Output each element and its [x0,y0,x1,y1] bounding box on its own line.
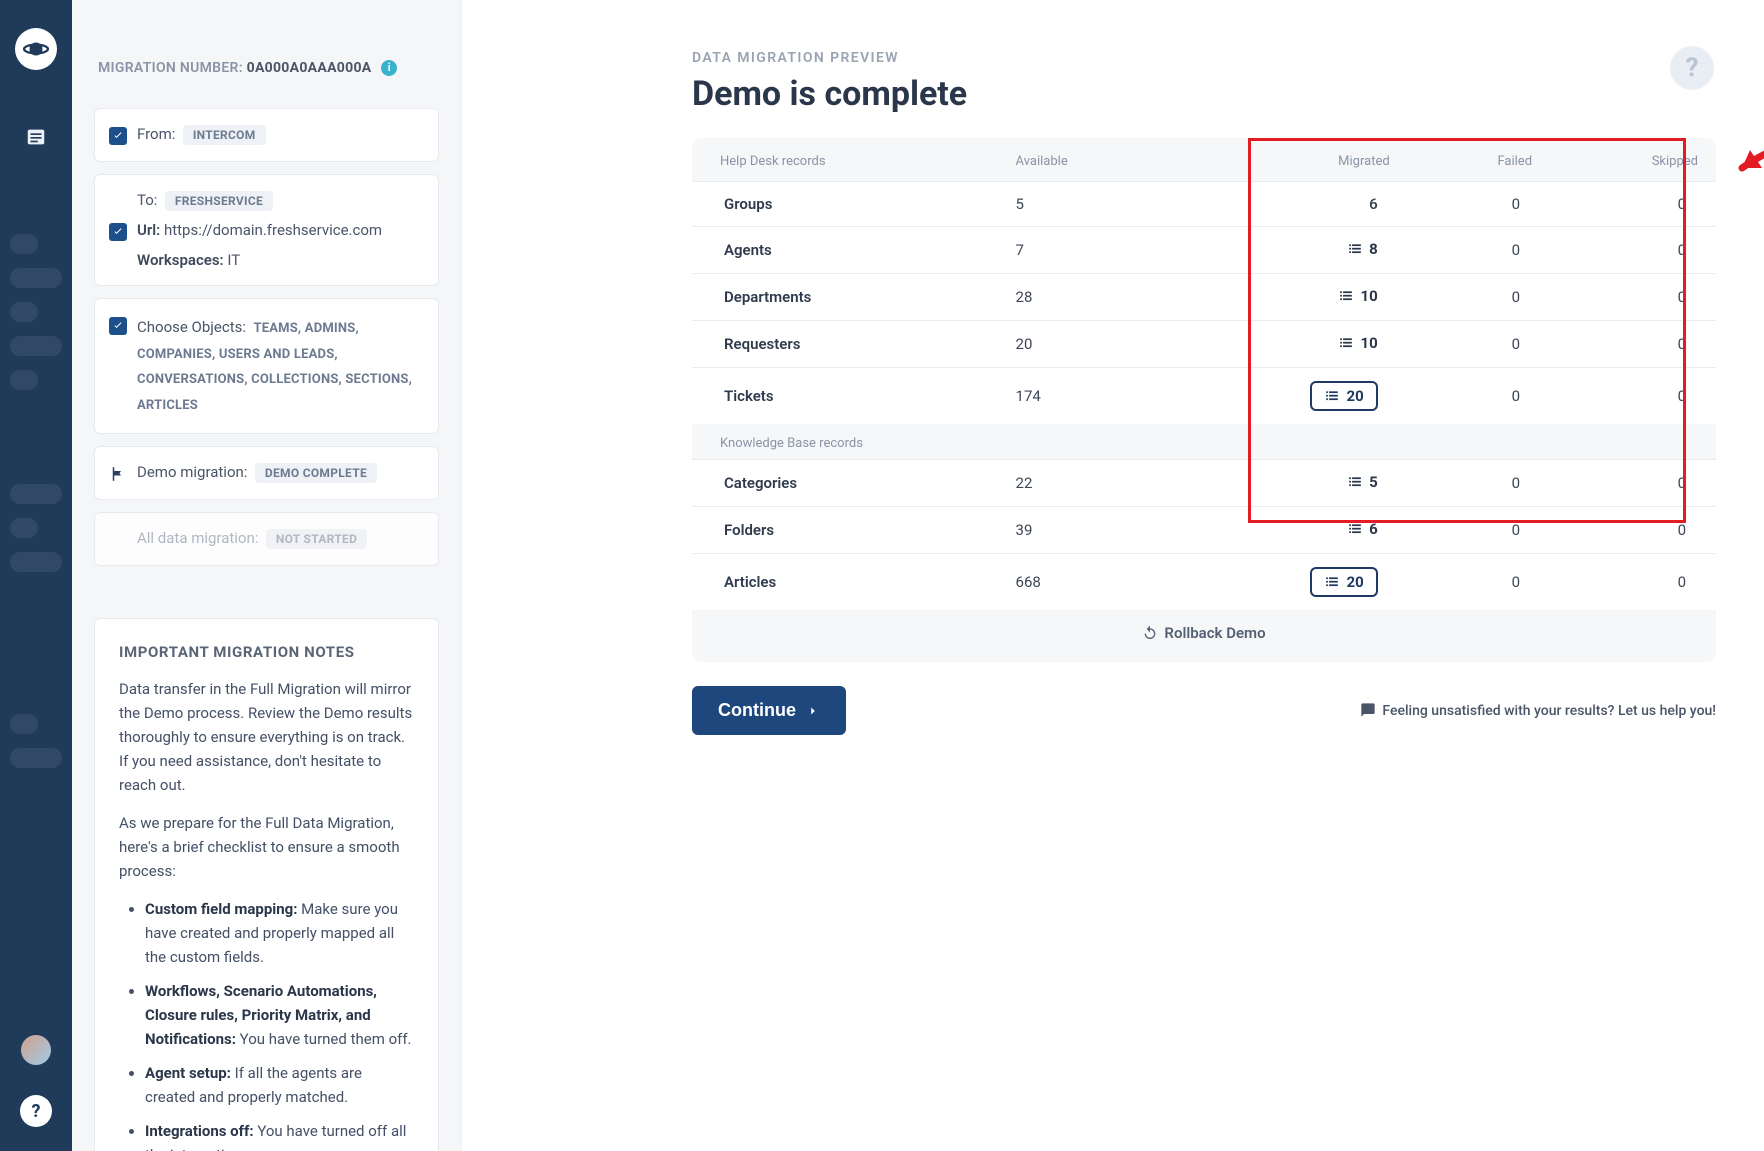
failed-count: 0 [1408,321,1550,368]
available-count: 22 [998,460,1176,507]
migrated-count: 6 [1369,195,1378,213]
continue-button[interactable]: Continue [692,686,846,735]
rollback-link[interactable]: Rollback Demo [692,610,1716,642]
skipped-count: 0 [1550,182,1716,227]
notes-paragraph: Data transfer in the Full Migration will… [119,677,414,797]
table-row: Agents7 8 00 [692,227,1716,274]
available-count: 174 [998,368,1176,425]
notes-item: Agent setup: If all the agents are creat… [145,1061,414,1109]
check-icon [109,317,127,335]
available-count: 5 [998,182,1176,227]
col-failed: Failed [1408,138,1550,182]
notes-item: Integrations off: You have turned off al… [145,1119,414,1151]
check-icon [109,127,127,145]
record-name: Groups [692,182,998,227]
failed-count: 0 [1408,274,1550,321]
skipped-count: 0 [1550,460,1716,507]
table-row: Categories22 5 00 [692,460,1716,507]
skipped-count: 0 [1550,368,1716,425]
migrated-detail-button[interactable]: 20 [1310,381,1377,411]
preview-table-box: Help Desk records Available Migrated Fai… [692,138,1716,662]
help-icon[interactable]: ? [20,1095,52,1127]
migrated-count[interactable]: 10 [1338,334,1377,352]
notes-card: IMPORTANT MIGRATION NOTES Data transfer … [94,618,439,1151]
available-count: 39 [998,507,1176,554]
notes-item: Workflows, Scenario Automations, Closure… [145,979,414,1051]
info-icon[interactable]: i [381,60,397,76]
migrated-count[interactable]: 10 [1338,287,1377,305]
failed-count: 0 [1408,368,1550,425]
demo-status-card: Demo migration: DEMO COMPLETE [94,446,439,500]
list-icon[interactable] [19,120,53,154]
table-row: Groups5 6 00 [692,182,1716,227]
section-header: Knowledge Base records [692,424,1716,460]
table-row: Tickets174 20 00 [692,368,1716,425]
nav-rail: ? [0,0,72,1151]
migrated-detail-button[interactable]: 20 [1310,567,1377,597]
table-row: Requesters20 10 00 [692,321,1716,368]
col-migrated: Migrated [1175,138,1407,182]
record-name: Agents [692,227,998,274]
col-records: Help Desk records [692,138,998,182]
flag-icon [109,465,127,483]
record-name: Articles [692,554,998,611]
all-migration-card: All data migration: NOT STARTED [94,512,439,566]
check-icon [109,223,127,241]
to-card: To: FRESHSERVICE Url: https://domain.fre… [94,174,439,286]
failed-count: 0 [1408,554,1550,611]
record-name: Folders [692,507,998,554]
failed-count: 0 [1408,507,1550,554]
migration-number: MIGRATION NUMBER: 0A000A0AAA000A i [98,60,439,76]
notes-item: Custom field mapping: Make sure you have… [145,897,414,969]
user-avatar[interactable] [21,1035,51,1065]
available-count: 20 [998,321,1176,368]
skipped-count: 0 [1550,554,1716,611]
col-available: Available [998,138,1176,182]
available-count: 28 [998,274,1176,321]
table-row: Departments28 10 00 [692,274,1716,321]
record-name: Requesters [692,321,998,368]
migrated-count[interactable]: 8 [1347,240,1378,258]
record-name: Departments [692,274,998,321]
migrated-count[interactable]: 6 [1347,520,1378,538]
from-card: From: INTERCOM [94,108,439,162]
skipped-count: 0 [1550,274,1716,321]
table-row: Folders39 6 00 [692,507,1716,554]
all-status-tag: NOT STARTED [266,529,367,549]
record-name: Tickets [692,368,998,425]
failed-count: 0 [1408,460,1550,507]
to-tag: FRESHSERVICE [165,191,273,211]
skipped-count: 0 [1550,227,1716,274]
from-tag: INTERCOM [183,125,266,145]
page-title: Demo is complete [692,74,1716,114]
skipped-count: 0 [1550,321,1716,368]
available-count: 7 [998,227,1176,274]
migrated-count[interactable]: 5 [1347,473,1378,491]
failed-count: 0 [1408,227,1550,274]
objects-card: Choose Objects: TEAMS, ADMINS, COMPANIES… [94,298,439,434]
demo-status-tag: DEMO COMPLETE [255,463,377,483]
main-content: ? DATA MIGRATION PREVIEW Demo is complet… [462,0,1764,1151]
record-name: Categories [692,460,998,507]
eyebrow: DATA MIGRATION PREVIEW [692,50,1716,66]
skipped-count: 0 [1550,507,1716,554]
sidebar-panel: MIGRATION NUMBER: 0A000A0AAA000A i From:… [72,0,462,1151]
help-bubble-icon[interactable]: ? [1670,46,1714,90]
col-skipped: Skipped [1550,138,1716,182]
table-row: Articles668 20 00 [692,554,1716,611]
feedback-link[interactable]: Feeling unsatisfied with your results? L… [1360,702,1716,719]
notes-heading: IMPORTANT MIGRATION NOTES [119,643,414,661]
failed-count: 0 [1408,182,1550,227]
brand-logo[interactable] [15,28,57,70]
notes-paragraph: As we prepare for the Full Data Migratio… [119,811,414,883]
records-table: Help Desk records Available Migrated Fai… [692,138,1716,610]
available-count: 668 [998,554,1176,611]
